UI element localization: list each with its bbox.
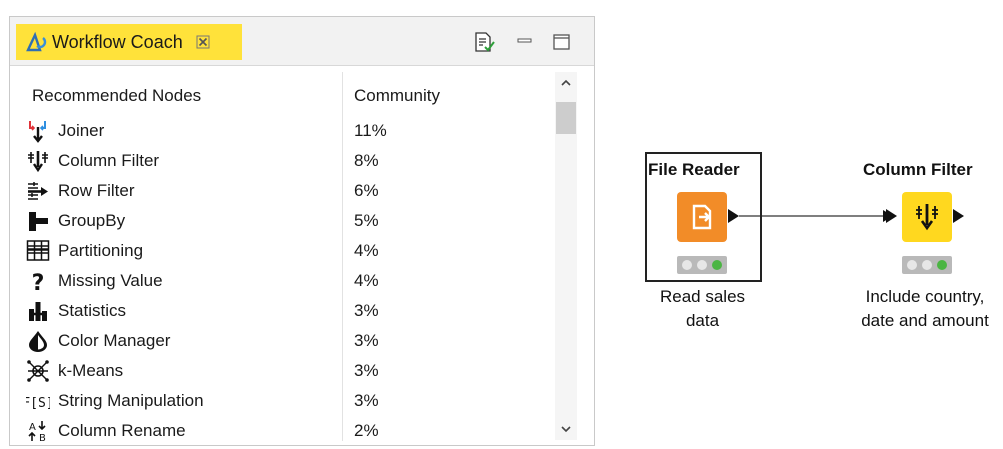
- column-filter-annotation-line: Include country,: [865, 287, 985, 306]
- string-manipulation-icon: F[S]: [26, 396, 50, 411]
- workflow-coach-panel: Workflow Coach Recommended Nodes Communi…: [9, 16, 595, 446]
- file-reader-title[interactable]: File Reader: [648, 160, 740, 180]
- column-filter-status-traffic-light: [902, 256, 952, 274]
- workflow-coach-icon: [26, 31, 47, 52]
- file-reader-status-traffic-light: [677, 256, 727, 274]
- table-row[interactable]: Joiner 11%: [10, 116, 550, 146]
- file-reader-node[interactable]: [677, 192, 727, 242]
- column-filter-input-port[interactable]: [886, 209, 898, 223]
- statistics-icon: [29, 302, 47, 321]
- scroll-down-icon[interactable]: [559, 422, 573, 436]
- table-row[interactable]: k-Means 3%: [10, 356, 550, 386]
- file-reader-annotation-line: Read sales: [659, 287, 746, 306]
- node-name: Joiner: [58, 121, 105, 140]
- column-filter-annotation[interactable]: Include country, date and amount: [845, 285, 1003, 333]
- node-name: Missing Value: [58, 271, 163, 290]
- column-filter-icon: [916, 204, 938, 231]
- node-name: Statistics: [58, 301, 127, 320]
- missing-value-icon: ?: [32, 271, 45, 293]
- table-row[interactable]: A B Column Rename 2%: [10, 416, 550, 446]
- svg-text:F[S]: F[S]: [26, 396, 50, 411]
- node-name: String Manipulation: [58, 391, 204, 410]
- column-header-nodes[interactable]: Recommended Nodes: [32, 86, 201, 106]
- node-name: Column Rename: [58, 421, 186, 440]
- minimize-icon[interactable]: [514, 31, 536, 53]
- groupby-icon: [29, 212, 48, 231]
- column-rename-icon: A B: [28, 421, 46, 443]
- table-row[interactable]: Partitioning 4%: [10, 236, 550, 266]
- svg-text:B: B: [39, 433, 46, 443]
- node-community-percent: 2%: [354, 421, 379, 440]
- row-filter-icon: [28, 182, 48, 200]
- close-icon[interactable]: [195, 34, 211, 50]
- table-row[interactable]: Statistics 3%: [10, 296, 550, 326]
- file-reader-annotation[interactable]: Read sales data: [640, 285, 765, 333]
- node-community-percent: 5%: [354, 211, 379, 230]
- column-filter-icon: [28, 151, 48, 173]
- file-import-icon: [692, 204, 712, 230]
- node-community-percent: 11%: [354, 121, 387, 140]
- file-reader-output-port[interactable]: [728, 209, 740, 223]
- partitioning-icon: [26, 240, 50, 261]
- node-community-percent: 3%: [354, 391, 379, 410]
- node-name: Column Filter: [58, 151, 160, 170]
- node-community-percent: 6%: [354, 181, 379, 200]
- svg-text:A: A: [29, 422, 36, 433]
- table-row[interactable]: GroupBy 5%: [10, 206, 550, 236]
- scroll-up-icon[interactable]: [559, 76, 573, 90]
- column-filter-title[interactable]: Column Filter: [863, 160, 973, 180]
- tab-bar: Workflow Coach: [10, 17, 594, 66]
- node-community-percent: 3%: [354, 331, 379, 350]
- table-row[interactable]: Column Filter 8%: [10, 146, 550, 176]
- table-row[interactable]: F[S] String Manipulation 3%: [10, 386, 550, 416]
- node-community-percent: 3%: [354, 301, 379, 320]
- tab-title: Workflow Coach: [52, 31, 183, 52]
- table-row[interactable]: Color Manager 3%: [10, 326, 550, 356]
- column-filter-annotation-line: date and amount: [861, 311, 989, 330]
- node-community-percent: 8%: [354, 151, 379, 170]
- table-row[interactable]: ? Missing Value 4%: [10, 266, 550, 296]
- svg-text:?: ?: [32, 271, 45, 293]
- node-name: Row Filter: [58, 181, 135, 200]
- node-name: GroupBy: [58, 211, 126, 230]
- workflow-canvas[interactable]: File Reader Read sales data Column Filte…: [600, 0, 1003, 449]
- node-community-percent: 4%: [354, 271, 379, 290]
- file-reader-annotation-line: data: [685, 311, 720, 330]
- column-filter-node[interactable]: [902, 192, 952, 242]
- node-name: Color Manager: [58, 331, 171, 350]
- column-header-community[interactable]: Community: [354, 86, 440, 106]
- scrollbar-thumb[interactable]: [556, 102, 576, 134]
- vertical-scrollbar[interactable]: [555, 72, 577, 440]
- recommended-nodes-table: Recommended Nodes Community Joiner 11% C…: [10, 66, 594, 445]
- joiner-icon: [29, 121, 46, 143]
- color-manager-icon: [29, 331, 47, 352]
- table-row[interactable]: Row Filter 6%: [10, 176, 550, 206]
- tab-workflow-coach[interactable]: Workflow Coach: [16, 24, 242, 60]
- preferences-icon[interactable]: [473, 31, 495, 53]
- k-means-icon: [27, 360, 49, 382]
- node-name: Partitioning: [58, 241, 144, 260]
- node-community-percent: 4%: [354, 241, 379, 260]
- column-filter-output-port[interactable]: [953, 209, 965, 223]
- node-community-percent: 3%: [354, 361, 379, 380]
- node-name: k-Means: [58, 361, 124, 380]
- maximize-icon[interactable]: [551, 31, 573, 53]
